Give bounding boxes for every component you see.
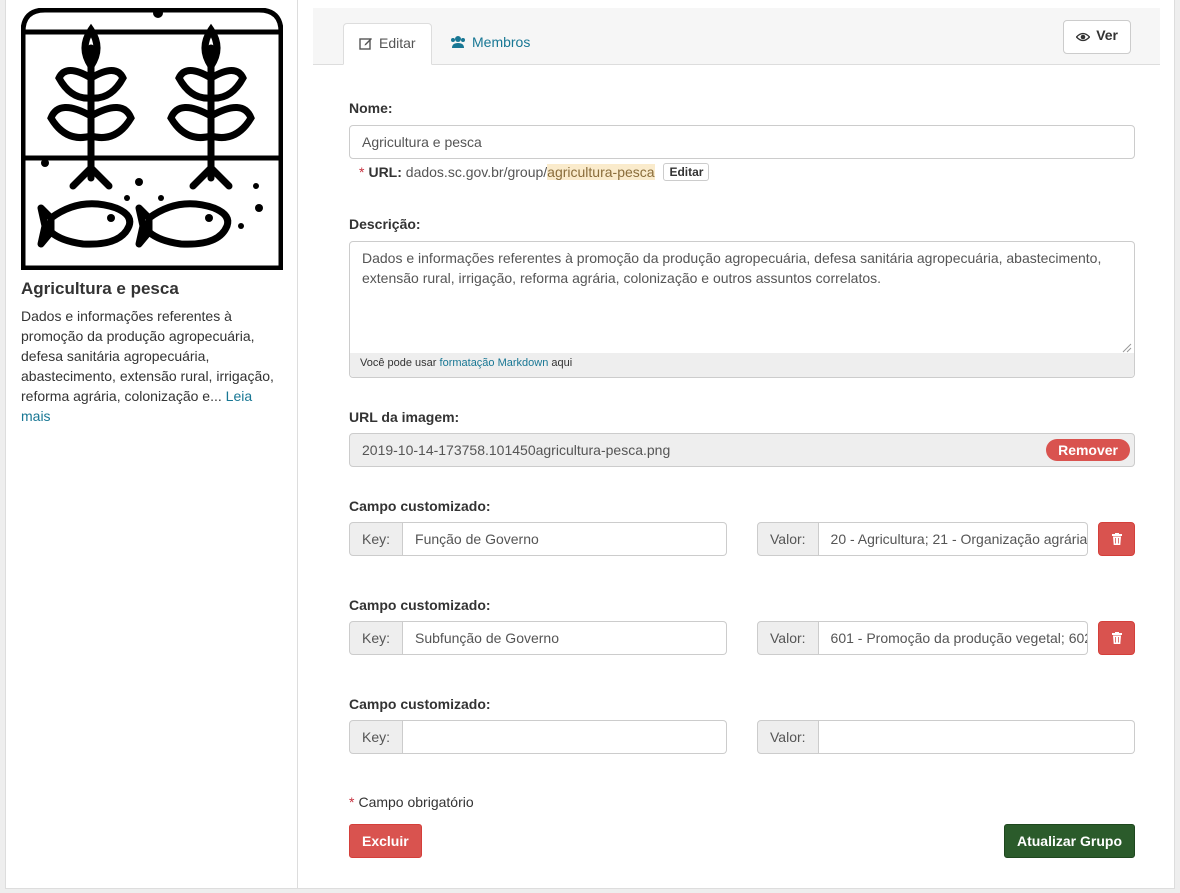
group-description: Dados e informações referentes à promoçã… bbox=[21, 306, 283, 426]
custom-field-value-input[interactable]: 20 - Agricultura; 21 - Organização agrár… bbox=[818, 522, 1088, 556]
page-wrapper: Agricultura e pesca Dados e informações … bbox=[5, 0, 1175, 889]
markdown-hint-prefix: Você pode usar bbox=[360, 357, 437, 369]
custom-field-key-group: Key: Subfunção de Governo bbox=[349, 621, 727, 655]
tab-membros[interactable]: Membros bbox=[435, 23, 545, 65]
trash-icon bbox=[1112, 533, 1122, 545]
value-addon: Valor: bbox=[757, 522, 819, 556]
required-star: * bbox=[349, 794, 355, 810]
view-button-label: Ver bbox=[1096, 27, 1118, 43]
markdown-hint: Você pode usar formatação Markdown aqui bbox=[350, 353, 1134, 377]
eye-icon bbox=[1075, 32, 1091, 42]
group-title: Agricultura e pesca bbox=[21, 279, 179, 298]
tab-editar[interactable]: Editar bbox=[343, 23, 432, 65]
delete-custom-field-button[interactable] bbox=[1098, 621, 1135, 655]
name-input[interactable]: Agricultura e pesca bbox=[349, 125, 1135, 159]
value-addon: Valor: bbox=[757, 621, 819, 655]
tabs-bar: Editar Membros Ver bbox=[313, 8, 1160, 65]
custom-field-label: Campo customizado: bbox=[349, 597, 491, 613]
url-label: URL: bbox=[368, 164, 402, 180]
description-label: Descrição: bbox=[349, 216, 421, 232]
users-icon bbox=[451, 36, 465, 48]
url-row: * URL: dados.sc.gov.br/group/agricultura-… bbox=[359, 163, 710, 181]
custom-field-value-group: Valor: 601 - Promoção da produção vegeta… bbox=[757, 621, 1088, 655]
delete-group-button[interactable]: Excluir bbox=[349, 824, 422, 858]
edit-icon bbox=[359, 38, 372, 50]
image-url-field: 2019-10-14-173758.101450agricultura-pesc… bbox=[349, 433, 1135, 467]
custom-field-key-group: Key: bbox=[349, 720, 727, 754]
custom-field-value-group: Valor: bbox=[757, 720, 1135, 754]
image-url-label: URL da imagem: bbox=[349, 409, 460, 425]
group-image bbox=[21, 8, 283, 270]
main-content: Editar Membros Ver Nome: Agricultura e p… bbox=[313, 8, 1160, 889]
key-addon: Key: bbox=[349, 522, 404, 556]
custom-field-key-input[interactable] bbox=[403, 720, 727, 754]
delete-custom-field-button[interactable] bbox=[1098, 522, 1135, 556]
url-slug: agricultura-pesca bbox=[547, 164, 655, 180]
markdown-link[interactable]: formatação Markdown bbox=[440, 357, 549, 369]
description-textarea[interactable]: Dados e informações referentes à promoçã… bbox=[350, 242, 1134, 355]
resize-grip-icon[interactable] bbox=[1122, 343, 1132, 353]
custom-field-key-input[interactable]: Função de Governo bbox=[403, 522, 727, 556]
update-group-button[interactable]: Atualizar Grupo bbox=[1003, 824, 1135, 858]
custom-field-key-input[interactable]: Subfunção de Governo bbox=[403, 621, 727, 655]
image-url-value: 2019-10-14-173758.101450agricultura-pesc… bbox=[362, 442, 671, 458]
key-addon: Key: bbox=[349, 720, 404, 754]
sidebar: Agricultura e pesca Dados e informações … bbox=[6, 0, 298, 888]
markdown-hint-suffix: aqui bbox=[551, 357, 573, 369]
custom-field-value-group: Valor: 20 - Agricultura; 21 - Organizaçã… bbox=[757, 522, 1088, 556]
key-addon: Key: bbox=[349, 621, 404, 655]
custom-field-key-group: Key: Função de Governo bbox=[349, 522, 727, 556]
required-note-text: Campo obrigatório bbox=[358, 794, 474, 810]
required-star: * bbox=[359, 164, 365, 180]
tab-editar-label: Editar bbox=[379, 35, 416, 51]
custom-field-value-input[interactable]: 601 - Promoção da produção vegetal; 602 bbox=[818, 621, 1088, 655]
trash-icon bbox=[1112, 632, 1122, 644]
custom-field-label: Campo customizado: bbox=[349, 696, 491, 712]
description-textarea-wrap: Dados e informações referentes à promoçã… bbox=[349, 241, 1135, 378]
value-addon: Valor: bbox=[757, 720, 819, 754]
edit-url-button[interactable]: Editar bbox=[663, 163, 710, 181]
required-note: * Campo obrigatório bbox=[349, 794, 474, 810]
tab-membros-label: Membros bbox=[472, 34, 531, 50]
view-button[interactable]: Ver bbox=[1063, 20, 1131, 54]
name-label: Nome: bbox=[349, 100, 393, 116]
remove-image-button[interactable]: Remover bbox=[1046, 439, 1130, 461]
custom-field-value-input[interactable] bbox=[818, 720, 1135, 754]
url-prefix: dados.sc.gov.br/group/ bbox=[405, 164, 548, 180]
custom-field-label: Campo customizado: bbox=[349, 498, 491, 514]
